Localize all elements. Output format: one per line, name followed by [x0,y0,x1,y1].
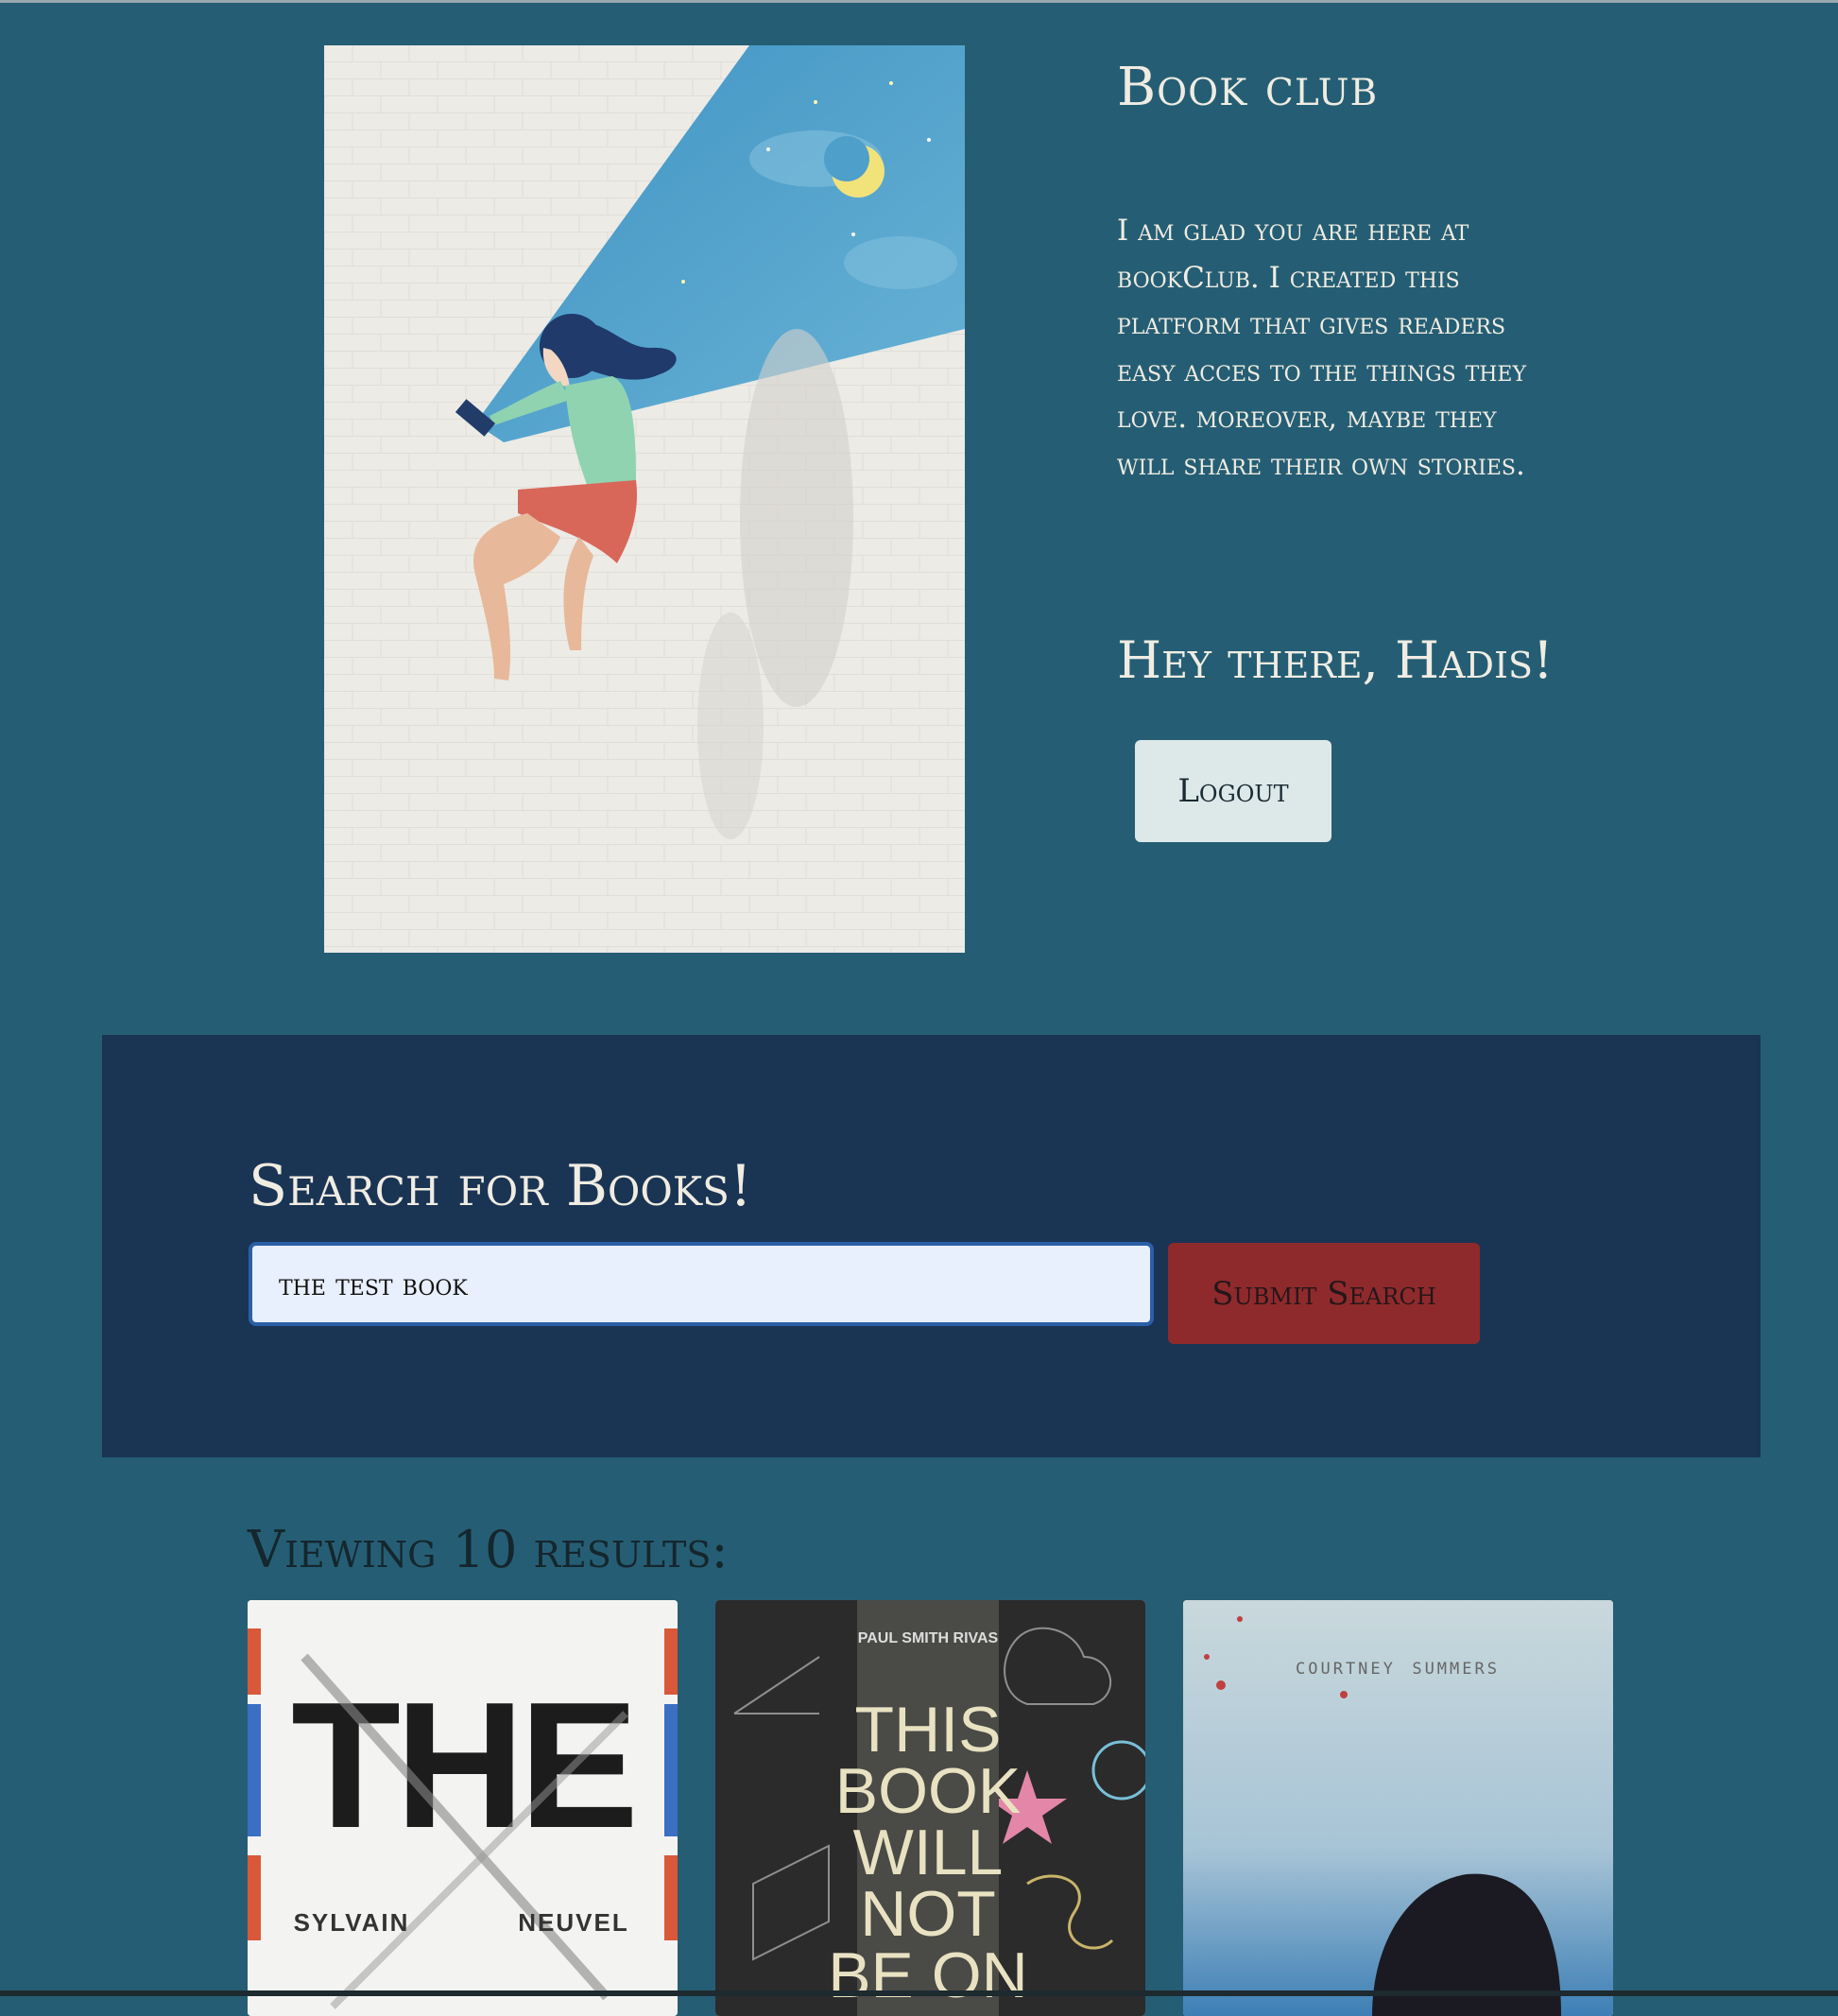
results-count-heading: Viewing 10 results: [248,1520,729,1579]
book-card[interactable]: PAUL SMITH RIVAS THIS BOOK WILL NOT BE O… [715,1600,1145,2016]
book-card[interactable]: THE SYLVAIN NEUVEL [248,1600,678,2016]
submit-search-button[interactable]: Submit Search [1168,1243,1480,1344]
search-input[interactable] [249,1242,1154,1326]
logout-button[interactable]: Logout [1135,740,1331,842]
intro-section: Book club I am glad you are here at book… [1117,53,1646,691]
book-cover-image: PAUL SMITH RIVAS THIS BOOK WILL NOT BE O… [715,1600,1145,2016]
search-heading: Search for Books! [249,1153,753,1219]
book-card[interactable]: courtney summers [1183,1600,1613,2016]
book-cover-image: courtney summers [1183,1600,1613,2016]
book-cover-author: courtney summers [1296,1653,1500,1680]
intro-paragraph: I am glad you are here at bookClub. I cr… [1117,214,1527,482]
book-cover-image: THE SYLVAIN NEUVEL [248,1600,678,2016]
user-greeting: Hey there, Hadis! [1117,630,1554,690]
window-top-border [0,0,1838,3]
search-panel: Search for Books! Submit Search [102,1035,1761,1457]
hero-illustration [324,45,965,953]
book-cover-author: PAUL SMITH RIVAS [858,1630,999,1646]
book-cover-title-line: BE ON [828,1939,1028,2011]
book-cover-author-last: NEUVEL [518,1908,628,1937]
book-cover-author-first: SYLVAIN [294,1908,410,1937]
status-strip [0,1990,1838,1996]
site-title: Book club [1117,57,1379,118]
